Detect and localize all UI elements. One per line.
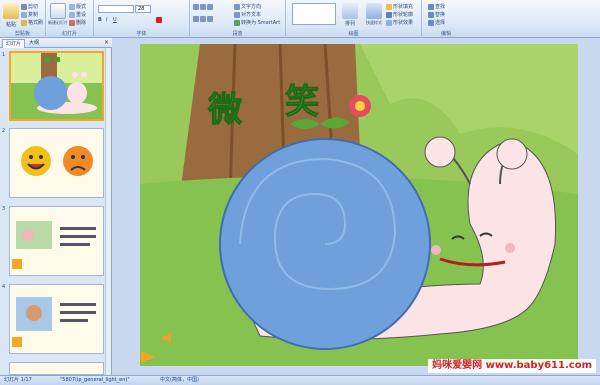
shape-effects-button[interactable]: 形状效果: [386, 19, 413, 26]
align-right-icon: [207, 16, 213, 22]
close-icon[interactable]: ×: [104, 39, 109, 46]
slide-number: 1: [2, 52, 6, 58]
slide-thumbnail-4[interactable]: [9, 284, 104, 354]
align-left-icon: [193, 16, 199, 22]
font-color-icon: [156, 17, 162, 23]
underline-button[interactable]: U: [113, 17, 117, 23]
thumbnail-story-image: [10, 207, 103, 275]
copy-icon: [21, 11, 27, 18]
smartart-button[interactable]: 转换为 SmartArt: [234, 19, 280, 26]
align-text-button[interactable]: 对齐文本: [234, 11, 261, 18]
slide-counter: 幻灯片 1/17: [4, 377, 32, 383]
text-direction-icon: [234, 3, 240, 10]
select-button[interactable]: 选择: [428, 19, 445, 26]
bold-button[interactable]: B: [98, 17, 102, 23]
align-text-icon: [234, 11, 240, 18]
drawing-group: 排列 快速样式 形状填充 形状轮廓 形状效果 绘图: [286, 0, 422, 38]
editing-group: 查找 替换 选择 编辑: [422, 0, 470, 38]
slides-label: 幻灯片: [61, 31, 77, 37]
shape-outline-button[interactable]: 形状轮廓: [386, 11, 413, 18]
language-indicator: 中文(简体，中国): [160, 377, 199, 383]
format-painter-button[interactable]: 格式刷: [21, 19, 43, 26]
outline-icon: [386, 11, 392, 18]
panel-tabs: 幻灯片 大纲 ×: [0, 38, 112, 48]
replace-icon: [428, 11, 434, 18]
thumbnail-snail-image: [11, 53, 102, 119]
smartart-icon: [234, 19, 240, 26]
title-char-smile-2[interactable]: 笑: [285, 74, 320, 123]
slide-number: 4: [2, 284, 6, 290]
find-icon: [428, 3, 434, 10]
tab-slides[interactable]: 幻灯片: [2, 39, 26, 48]
reset-icon: [69, 11, 75, 18]
copy-button[interactable]: 复制: [21, 11, 38, 18]
new-slide-icon[interactable]: [50, 3, 66, 19]
panel-scrollbar[interactable]: [105, 48, 111, 375]
font-name-input[interactable]: [98, 5, 134, 13]
effects-icon: [386, 19, 392, 26]
slide-number: 2: [2, 128, 6, 134]
scissors-icon: [21, 3, 27, 10]
cut-button[interactable]: 剪切: [21, 3, 38, 10]
find-button[interactable]: 查找: [428, 3, 445, 10]
theme-name: "5807(ip_general_light_en)": [60, 377, 130, 383]
font-group: 28 B I U 字体: [94, 0, 190, 38]
align-center-icon: [200, 16, 206, 22]
quick-styles-icon[interactable]: [366, 3, 382, 19]
thumbnail-faces-image: [10, 129, 103, 197]
italic-button[interactable]: I: [106, 17, 107, 23]
title-char-smile-1[interactable]: 微: [208, 82, 243, 131]
ribbon: 粘贴 剪切 复制 格式刷 剪贴板 新建幻灯片 版式 重设 删除 幻灯片 28 B…: [0, 0, 600, 38]
delete-slide-button[interactable]: 删除: [69, 19, 86, 26]
indent-icon: [207, 4, 213, 10]
layout-icon: [69, 3, 75, 10]
delete-icon: [69, 19, 75, 26]
clipboard-group: 粘贴 剪切 复制 格式刷 剪贴板: [0, 0, 46, 38]
paste-button[interactable]: 粘贴: [0, 21, 23, 28]
paragraph-label: 段落: [232, 31, 243, 37]
font-label: 字体: [136, 31, 147, 37]
status-bar: 幻灯片 1/17 "5807(ip_general_light_en)" 中文(…: [0, 375, 600, 385]
bullets-button[interactable]: [193, 4, 214, 11]
slide-thumbnail-3[interactable]: [9, 206, 104, 276]
slide-canvas[interactable]: 微 笑: [140, 44, 578, 366]
slide-thumbnail-1[interactable]: [9, 51, 104, 121]
bullets-icon: [193, 4, 199, 10]
text-direction-button[interactable]: 文字方向: [234, 3, 261, 10]
shapes-gallery[interactable]: [292, 3, 336, 25]
select-icon: [428, 19, 434, 26]
font-size-input[interactable]: 28: [135, 5, 151, 13]
editing-label: 编辑: [440, 31, 451, 37]
slide-editor: 微 笑: [112, 38, 600, 375]
clipboard-label: 剪贴板: [14, 31, 30, 37]
tab-outline[interactable]: 大纲: [26, 39, 42, 48]
paste-icon[interactable]: [3, 3, 19, 19]
numbering-icon: [200, 4, 206, 10]
reset-button[interactable]: 重设: [69, 11, 86, 18]
slide-thumbnail-2[interactable]: [9, 128, 104, 198]
fill-icon: [386, 3, 392, 10]
thumbnail-story-image: [10, 285, 103, 353]
arrange-button[interactable]: 排列: [338, 20, 362, 27]
quick-styles-button[interactable]: 快速样式: [362, 20, 386, 26]
drawing-label: 绘图: [348, 31, 359, 37]
slide-number: 3: [2, 206, 6, 212]
font-color-button[interactable]: [156, 17, 163, 24]
snail-illustration: [140, 44, 578, 366]
slides-group: 新建幻灯片 版式 重设 删除 幻灯片: [46, 0, 94, 38]
watermark: 妈咪爱婴网 www.baby611.com: [428, 359, 596, 373]
new-slide-button[interactable]: 新建幻灯片: [46, 20, 70, 26]
brush-icon: [21, 19, 27, 26]
slides-panel: 幻灯片 大纲 × 1 2 3 4: [0, 38, 112, 375]
shape-fill-button[interactable]: 形状填充: [386, 3, 413, 10]
paragraph-group: 文字方向 对齐文本 转换为 SmartArt 段落: [190, 0, 286, 38]
layout-button[interactable]: 版式: [69, 3, 86, 10]
align-buttons[interactable]: [193, 16, 214, 23]
arrange-icon[interactable]: [342, 3, 358, 19]
replace-button[interactable]: 替换: [428, 11, 445, 18]
slide-thumbnail-5[interactable]: [9, 362, 104, 375]
